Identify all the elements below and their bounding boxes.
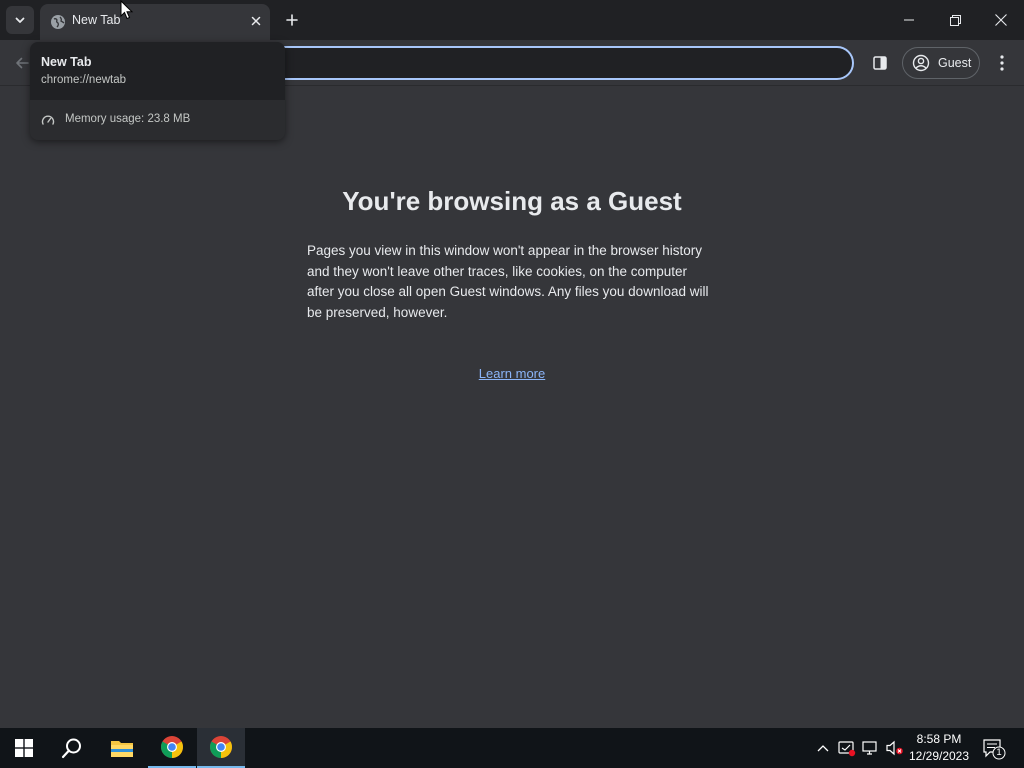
hover-card-url: chrome://newtab xyxy=(41,74,127,86)
chrome-active-taskbar-button[interactable] xyxy=(197,728,245,768)
chrome-taskbar-button[interactable] xyxy=(148,728,196,768)
search-button[interactable] xyxy=(48,728,96,768)
close-icon xyxy=(995,14,1007,26)
new-tab-button[interactable] xyxy=(280,8,304,32)
file-explorer-button[interactable] xyxy=(98,728,146,768)
close-icon xyxy=(251,16,261,26)
speedometer-icon xyxy=(41,115,55,125)
chrome-icon xyxy=(210,736,232,758)
close-window-button[interactable] xyxy=(978,0,1024,40)
notification-count: 1 xyxy=(996,747,1002,758)
search-icon xyxy=(61,738,81,759)
show-hidden-icons-button[interactable] xyxy=(814,739,832,757)
tab-search-button[interactable] xyxy=(6,6,34,34)
security-warning-icon xyxy=(838,741,856,757)
taskbar: 8:58 PM 12/29/2023 1 xyxy=(0,728,1024,768)
network-tray-button[interactable] xyxy=(862,739,880,757)
profile-button[interactable]: Guest xyxy=(902,47,980,79)
plus-icon xyxy=(286,14,298,26)
guest-description: Pages you view in this window won't appe… xyxy=(307,243,709,320)
volume-muted-icon xyxy=(886,740,903,756)
tab-title: New Tab xyxy=(72,13,121,27)
side-panel-icon xyxy=(873,56,887,70)
folder-icon xyxy=(111,741,133,757)
start-button[interactable] xyxy=(0,728,48,768)
more-vert-icon xyxy=(1000,55,1004,71)
notification-center-button[interactable]: 1 xyxy=(982,738,1006,760)
chrome-icon xyxy=(161,736,183,758)
account-circle-icon xyxy=(912,54,930,72)
menu-button[interactable] xyxy=(990,49,1014,77)
clock-time: 8:58 PM xyxy=(916,732,962,746)
system-clock[interactable]: 8:58 PM 12/29/2023 xyxy=(904,731,974,765)
tab-hover-card: New Tab chrome://newtab Memory usage: 23… xyxy=(30,42,285,140)
side-panel-button[interactable] xyxy=(866,49,894,77)
arrow-left-icon xyxy=(16,57,29,69)
security-tray-button[interactable] xyxy=(838,739,856,757)
memory-usage: Memory usage: 23.8 MB xyxy=(65,113,191,125)
hover-card-title: New Tab xyxy=(41,55,92,69)
clock-date: 12/29/2023 xyxy=(908,749,970,763)
chevron-down-icon xyxy=(15,17,25,23)
minimize-button[interactable] xyxy=(886,0,932,40)
start-icon xyxy=(15,739,33,757)
hover-card-header: New Tab chrome://newtab xyxy=(30,42,285,100)
mouse-cursor-icon xyxy=(120,0,134,20)
minimize-icon xyxy=(904,19,914,21)
chevron-up-icon xyxy=(817,745,829,752)
tab-strip: New Tab xyxy=(0,0,1024,40)
tab-close-button[interactable] xyxy=(248,13,264,29)
learn-more-link[interactable]: Learn more xyxy=(0,366,1024,381)
tab-new-tab[interactable]: New Tab xyxy=(40,4,270,40)
volume-tray-button[interactable] xyxy=(886,739,904,757)
profile-label: Guest xyxy=(938,56,972,70)
page-title: You're browsing as a Guest xyxy=(342,186,682,216)
globe-icon xyxy=(51,15,65,29)
restore-icon xyxy=(949,14,961,26)
restore-button[interactable] xyxy=(932,0,978,40)
network-icon xyxy=(862,741,877,755)
